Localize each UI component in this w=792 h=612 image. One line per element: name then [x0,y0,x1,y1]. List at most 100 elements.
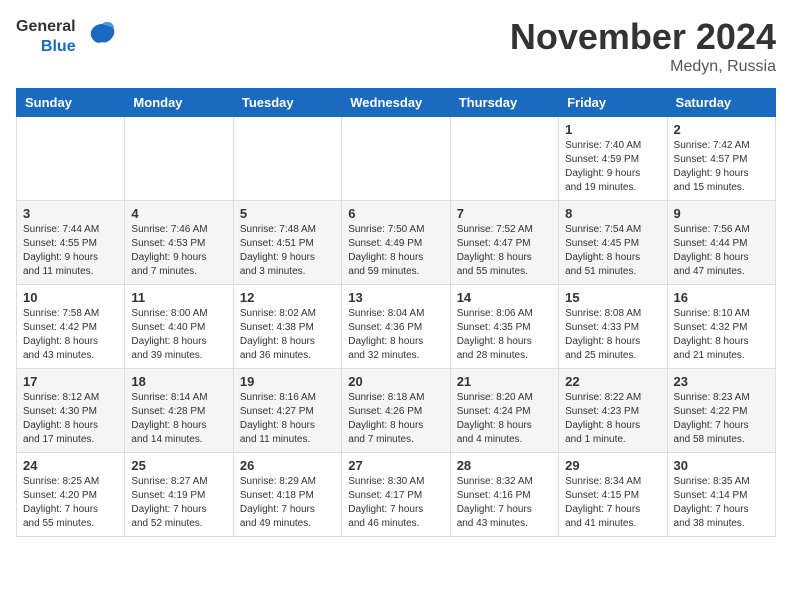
calendar-cell: 3 Sunrise: 7:44 AM Sunset: 4:55 PM Daylig… [17,201,125,285]
calendar-cell [17,117,125,201]
calendar-cell [450,117,558,201]
day-info: Sunrise: 8:32 AM Sunset: 4:16 PM Dayligh… [457,475,552,531]
calendar-cell: 9 Sunrise: 7:56 AM Sunset: 4:44 PM Daylig… [667,201,775,285]
day-number: 3 [23,206,118,221]
day-info: Sunrise: 7:54 AM Sunset: 4:45 PM Dayligh… [565,223,660,279]
day-number: 9 [674,206,769,221]
calendar-cell: 23 Sunrise: 8:23 AM Sunset: 4:22 PM Dayli… [667,369,775,453]
day-number: 30 [674,458,769,473]
day-info: Sunrise: 7:40 AM Sunset: 4:59 PM Dayligh… [565,139,660,195]
day-header-monday: Monday [125,89,233,117]
calendar-cell: 15 Sunrise: 8:08 AM Sunset: 4:33 PM Dayli… [559,285,667,369]
day-info: Sunrise: 7:42 AM Sunset: 4:57 PM Dayligh… [674,139,769,195]
day-info: Sunrise: 8:00 AM Sunset: 4:40 PM Dayligh… [131,307,226,363]
calendar-cell: 14 Sunrise: 8:06 AM Sunset: 4:35 PM Dayli… [450,285,558,369]
calendar-cell: 6 Sunrise: 7:50 AM Sunset: 4:49 PM Daylig… [342,201,450,285]
day-number: 24 [23,458,118,473]
day-number: 13 [348,290,443,305]
logo-bird-icon [84,16,120,57]
calendar-cell: 30 Sunrise: 8:35 AM Sunset: 4:14 PM Dayli… [667,453,775,537]
calendar-cell: 7 Sunrise: 7:52 AM Sunset: 4:47 PM Daylig… [450,201,558,285]
calendar-cell: 22 Sunrise: 8:22 AM Sunset: 4:23 PM Dayli… [559,369,667,453]
calendar-cell [342,117,450,201]
day-number: 7 [457,206,552,221]
day-info: Sunrise: 8:04 AM Sunset: 4:36 PM Dayligh… [348,307,443,363]
calendar-cell: 2Sunrise: 7:42 AM Sunset: 4:57 PM Daylig… [667,117,775,201]
day-info: Sunrise: 8:23 AM Sunset: 4:22 PM Dayligh… [674,391,769,447]
logo-general: General [16,17,76,36]
day-header-thursday: Thursday [450,89,558,117]
calendar-cell: 28 Sunrise: 8:32 AM Sunset: 4:16 PM Dayli… [450,453,558,537]
day-info: Sunrise: 8:14 AM Sunset: 4:28 PM Dayligh… [131,391,226,447]
calendar-table: SundayMondayTuesdayWednesdayThursdayFrid… [16,88,776,537]
day-info: Sunrise: 8:25 AM Sunset: 4:20 PM Dayligh… [23,475,118,531]
day-info: Sunrise: 8:20 AM Sunset: 4:24 PM Dayligh… [457,391,552,447]
calendar-cell [233,117,341,201]
calendar-week-row: 10Sunrise: 7:58 AM Sunset: 4:42 PM Dayli… [17,285,776,369]
calendar-cell: 16 Sunrise: 8:10 AM Sunset: 4:32 PM Dayli… [667,285,775,369]
day-number: 22 [565,374,660,389]
calendar-week-row: 3 Sunrise: 7:44 AM Sunset: 4:55 PM Daylig… [17,201,776,285]
calendar-cell: 27Sunrise: 8:30 AM Sunset: 4:17 PM Dayli… [342,453,450,537]
day-info: Sunrise: 8:30 AM Sunset: 4:17 PM Dayligh… [348,475,443,531]
day-info: Sunrise: 8:16 AM Sunset: 4:27 PM Dayligh… [240,391,335,447]
title-area: November 2024 Medyn, Russia [510,16,776,76]
day-number: 18 [131,374,226,389]
calendar-cell: 24 Sunrise: 8:25 AM Sunset: 4:20 PM Dayli… [17,453,125,537]
day-number: 23 [674,374,769,389]
day-number: 19 [240,374,335,389]
calendar-cell: 29Sunrise: 8:34 AM Sunset: 4:15 PM Dayli… [559,453,667,537]
day-number: 4 [131,206,226,221]
day-info: Sunrise: 8:18 AM Sunset: 4:26 PM Dayligh… [348,391,443,447]
calendar-cell: 20Sunrise: 8:18 AM Sunset: 4:26 PM Dayli… [342,369,450,453]
day-info: Sunrise: 8:08 AM Sunset: 4:33 PM Dayligh… [565,307,660,363]
day-number: 12 [240,290,335,305]
calendar-cell: 19 Sunrise: 8:16 AM Sunset: 4:27 PM Dayli… [233,369,341,453]
day-header-tuesday: Tuesday [233,89,341,117]
day-header-wednesday: Wednesday [342,89,450,117]
day-info: Sunrise: 7:48 AM Sunset: 4:51 PM Dayligh… [240,223,335,279]
day-number: 6 [348,206,443,221]
day-header-saturday: Saturday [667,89,775,117]
calendar-cell: 21Sunrise: 8:20 AM Sunset: 4:24 PM Dayli… [450,369,558,453]
calendar-header-row: SundayMondayTuesdayWednesdayThursdayFrid… [17,89,776,117]
day-number: 29 [565,458,660,473]
location-title: Medyn, Russia [510,58,776,76]
calendar-cell [125,117,233,201]
day-info: Sunrise: 7:50 AM Sunset: 4:49 PM Dayligh… [348,223,443,279]
day-number: 17 [23,374,118,389]
day-info: Sunrise: 7:44 AM Sunset: 4:55 PM Dayligh… [23,223,118,279]
day-info: Sunrise: 8:29 AM Sunset: 4:18 PM Dayligh… [240,475,335,531]
day-number: 25 [131,458,226,473]
calendar-week-row: 24 Sunrise: 8:25 AM Sunset: 4:20 PM Dayli… [17,453,776,537]
calendar-cell: 12 Sunrise: 8:02 AM Sunset: 4:38 PM Dayli… [233,285,341,369]
day-number: 1 [565,122,660,137]
day-number: 5 [240,206,335,221]
day-info: Sunrise: 8:27 AM Sunset: 4:19 PM Dayligh… [131,475,226,531]
day-number: 16 [674,290,769,305]
day-number: 8 [565,206,660,221]
day-number: 28 [457,458,552,473]
day-info: Sunrise: 7:56 AM Sunset: 4:44 PM Dayligh… [674,223,769,279]
day-number: 26 [240,458,335,473]
day-header-friday: Friday [559,89,667,117]
day-info: Sunrise: 8:06 AM Sunset: 4:35 PM Dayligh… [457,307,552,363]
calendar-cell: 25 Sunrise: 8:27 AM Sunset: 4:19 PM Dayli… [125,453,233,537]
calendar-cell: 10Sunrise: 7:58 AM Sunset: 4:42 PM Dayli… [17,285,125,369]
calendar-cell: 26 Sunrise: 8:29 AM Sunset: 4:18 PM Dayli… [233,453,341,537]
day-info: Sunrise: 7:46 AM Sunset: 4:53 PM Dayligh… [131,223,226,279]
logo-blue: Blue [41,37,76,56]
day-header-sunday: Sunday [17,89,125,117]
day-info: Sunrise: 7:52 AM Sunset: 4:47 PM Dayligh… [457,223,552,279]
day-info: Sunrise: 8:22 AM Sunset: 4:23 PM Dayligh… [565,391,660,447]
day-number: 11 [131,290,226,305]
day-number: 15 [565,290,660,305]
day-info: Sunrise: 8:02 AM Sunset: 4:38 PM Dayligh… [240,307,335,363]
logo: General Blue [16,16,120,57]
calendar-cell: 8 Sunrise: 7:54 AM Sunset: 4:45 PM Daylig… [559,201,667,285]
calendar-cell: 18 Sunrise: 8:14 AM Sunset: 4:28 PM Dayli… [125,369,233,453]
day-number: 14 [457,290,552,305]
day-info: Sunrise: 8:35 AM Sunset: 4:14 PM Dayligh… [674,475,769,531]
calendar-cell: 1 Sunrise: 7:40 AM Sunset: 4:59 PM Daylig… [559,117,667,201]
day-info: Sunrise: 8:10 AM Sunset: 4:32 PM Dayligh… [674,307,769,363]
